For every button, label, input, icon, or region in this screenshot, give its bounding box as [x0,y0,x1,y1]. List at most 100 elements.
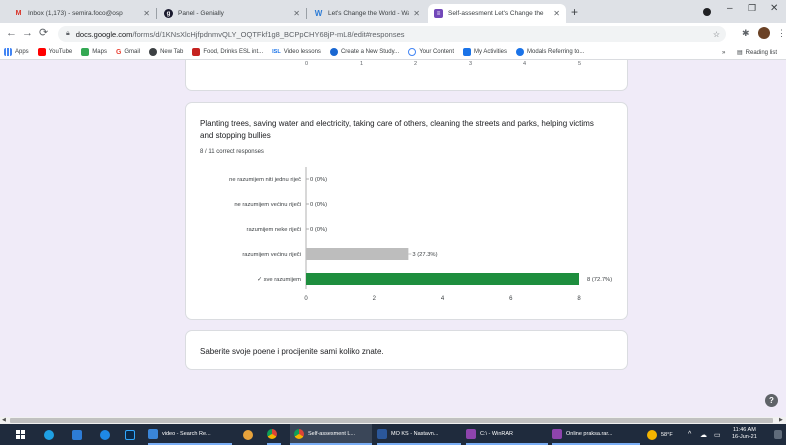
category-label: razumijem većinu riječi [242,252,301,258]
horizontal-scrollbar[interactable]: ◀ ▶ [0,417,786,424]
taskbar-paint[interactable] [243,424,257,445]
edge-icon [44,429,54,440]
bookmark-label: My Activities [474,49,508,55]
taskbar-label: C:\ - WinRAR [480,430,513,437]
bookmark-gmail[interactable]: G Gmail [116,49,140,56]
bookmark-new-tab[interactable]: New Tab [149,48,183,56]
clock-date: 16-Jun-21 [732,434,757,440]
taskbar-word[interactable]: MO KS - Nastavn... [377,424,461,445]
bookmarks-bar: Apps YouTube Maps G Gmail New Tab Food, … [0,45,786,60]
forward-arrow-icon[interactable]: → [22,27,33,39]
taskbar-label: MO KS - Nastavn... [391,430,439,437]
reload-icon[interactable]: ⟳ [39,27,48,39]
taskbar-chrome[interactable] [267,424,281,445]
bookmark-label: Your Content [419,49,454,55]
close-icon[interactable]: ✕ [293,9,300,18]
axis-tick: 1 [360,61,364,67]
back-arrow-icon[interactable]: ← [6,27,17,39]
extensions-icon[interactable]: ✱ [742,28,750,39]
tab-genially[interactable]: g Panel - Genially ✕ [158,4,306,23]
axis-tick: 0 [305,61,309,67]
winrar-icon [552,428,562,439]
notification-icon[interactable] [774,424,782,445]
bookmark-food-drinks[interactable]: Food, Drinks ESL int... [192,48,263,56]
bookmark-label: Modals Referring to... [527,49,585,55]
taskbar-winrar-archive[interactable]: Online praksa.rar... [552,424,640,445]
tab-self-assessment[interactable]: ≡ Self-assesment Let's Change the ✕ [428,4,566,23]
axis-tick: 3 [469,61,473,67]
isl-icon: ISL [272,49,281,55]
bookmark-star-icon[interactable]: ☆ [713,30,720,39]
clock-time: 11:46 AM [732,427,756,433]
tab-separator [306,8,307,19]
scrollbar-thumb[interactable] [10,418,773,423]
taskbar-file-explorer[interactable]: video - Search Re... [148,424,232,445]
bookmark-video-lessons[interactable]: ISL Video lessons [272,49,321,55]
genially-icon: g [164,9,173,18]
gmail-icon: M [15,10,22,17]
bookmark-your-content[interactable]: Your Content [408,48,454,56]
section-description: Saberite svoje poene i procijenite sami … [200,347,384,356]
reading-list-icon: ▤ [737,50,743,56]
question-card: Planting trees, saving water and electri… [185,102,628,320]
windows-start-button[interactable] [16,424,25,445]
bookmark-label: Video lessons [283,49,321,55]
taskbar-self-assessment[interactable]: Self-assesment L... [290,424,372,445]
form-responses-page: 0 1 2 3 4 5 Planting trees, saving water… [0,60,786,420]
bookmarks-more-button[interactable]: » [722,45,725,60]
close-icon[interactable]: ✕ [143,9,150,18]
bookmark-my-activities[interactable]: My Activities [463,48,507,56]
scroll-right-icon[interactable]: ▶ [779,417,783,423]
menu-icon[interactable]: ⋮ [777,28,786,39]
teams-icon [100,429,110,440]
scroll-left-icon[interactable]: ◀ [2,417,6,423]
taskbar-photoshop[interactable] [125,424,139,445]
bookmark-apps[interactable]: Apps [4,48,29,56]
forms-icon: ≡ [434,9,443,18]
activities-icon [463,48,471,56]
file-explorer-icon [148,428,158,439]
taskbar-edge[interactable] [44,424,58,445]
bookmark-maps[interactable]: Maps [81,48,107,56]
profile-avatar[interactable] [758,27,770,39]
quizlet-icon [329,48,338,56]
tray-chevron-icon[interactable]: ^ [688,424,691,445]
axis-tick: 4 [523,61,527,67]
new-tab-button[interactable]: + [571,5,578,19]
store-icon [72,429,82,440]
bookmark-youtube[interactable]: YouTube [37,48,72,56]
taskbar-winrar[interactable]: C:\ - WinRAR [466,424,548,445]
network-icon[interactable]: ▭ [714,424,721,445]
data-label: 0 (0%) [310,177,327,183]
weather-temp: 58°F [661,431,673,438]
bar [306,248,409,260]
window-close-button[interactable]: ✕ [770,3,778,14]
category-label: ne razumijem niti jednu riječ [229,177,301,183]
minimize-button[interactable]: – [727,3,733,14]
category-label: razumijem neke riječi [247,227,301,233]
site-icon [516,48,525,56]
taskbar-store[interactable] [72,424,86,445]
category-label: ✓ sve razumijem [257,277,301,283]
bookmark-create-study[interactable]: Create a New Study... [329,48,399,56]
bookmark-label: New Tab [160,49,184,55]
close-icon[interactable]: ✕ [413,9,420,18]
cloud-icon[interactable]: ☁ [700,424,707,445]
system-clock[interactable]: 11:46 AM 16-Jun-21 [732,427,757,441]
maximize-button[interactable]: ❐ [748,3,756,14]
tab-wakelet[interactable]: W Let's Change the World - Wakele ✕ [308,4,426,23]
weather-widget[interactable]: 58°F [647,424,673,445]
reading-list-button[interactable]: ▤ Reading list [737,45,777,60]
data-label: 8 (72.7%) [587,277,612,283]
x-tick-label: 4 [441,296,445,302]
close-icon[interactable]: ✕ [553,9,560,18]
correct-responses-count: 8 / 11 correct responses [200,149,264,155]
taskbar-app[interactable] [100,424,114,445]
url-host: docs.google.com [75,29,133,39]
address-bar[interactable]: 🔒︎ docs.google.com/forms/d/1KNsXlcHjfpdn… [58,26,726,42]
sun-icon [647,429,657,440]
help-button[interactable]: ? [765,394,778,407]
tab-gmail[interactable]: M Inbox (1,173) - semira.foco@osp ✕ [8,4,156,23]
bookmark-modals[interactable]: Modals Referring to... [516,48,584,56]
data-label: 3 (27.3%) [412,252,437,258]
